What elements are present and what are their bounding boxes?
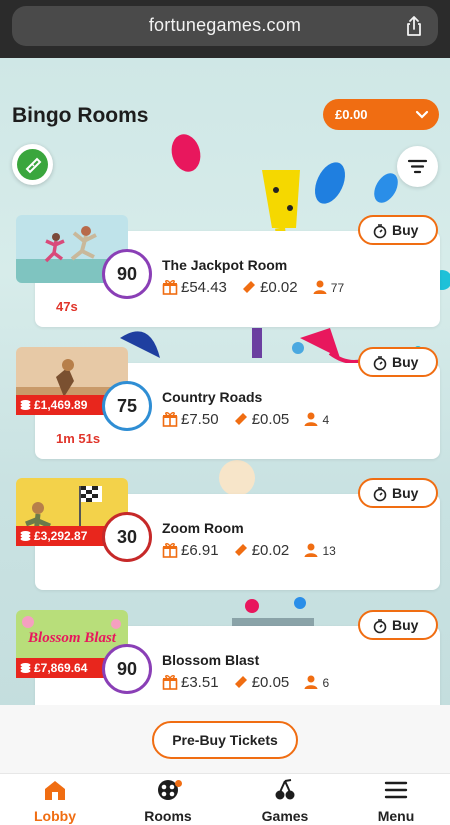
ticket-price-stat: £0.05 xyxy=(233,674,289,691)
prize-stat: £3.51 xyxy=(162,674,219,691)
ball-number: 90 xyxy=(102,644,152,694)
notification-dot xyxy=(175,780,182,787)
balance-dropdown[interactable]: £0.00 xyxy=(323,99,439,130)
share-icon[interactable] xyxy=(402,14,426,38)
buy-button[interactable]: Buy xyxy=(358,215,438,245)
coins-icon xyxy=(20,400,31,410)
gift-icon xyxy=(162,542,178,558)
room-name: Country Roads xyxy=(162,389,263,405)
players-stat: 77 xyxy=(312,279,344,295)
jackpot-tag: £1,469.89 xyxy=(16,395,108,415)
cherries-icon xyxy=(275,779,295,800)
stopwatch-icon xyxy=(373,356,387,371)
ball-number: 75 xyxy=(102,381,152,431)
balance-amount: £0.00 xyxy=(335,107,368,122)
buy-button[interactable]: Buy xyxy=(358,347,438,377)
room-card[interactable]: £3,292.87 30 Zoom Room £6.91 £0.02 13 Bu… xyxy=(16,478,440,598)
prize-stat: £54.43 xyxy=(162,279,227,296)
gift-icon xyxy=(162,674,178,690)
ticket-price-stat: £0.02 xyxy=(241,279,298,296)
hamburger-icon xyxy=(384,781,408,799)
prize-stat: £7.50 xyxy=(162,411,219,428)
countdown-timer: 47s xyxy=(56,299,78,314)
coins-icon xyxy=(20,663,31,673)
person-icon xyxy=(304,543,318,558)
room-name: Zoom Room xyxy=(162,520,244,536)
person-icon xyxy=(304,412,318,427)
url-text: fortunegames.com xyxy=(148,15,302,35)
bottom-nav: Lobby Rooms Games Menu xyxy=(0,773,450,825)
room-card[interactable]: 90 The Jackpot Room £54.43 £0.02 77 47s … xyxy=(16,215,440,335)
address-bar[interactable]: fortunegames.com xyxy=(12,6,438,46)
players-stat: 6 xyxy=(303,674,329,690)
nav-games[interactable]: Games xyxy=(240,778,330,824)
players-stat: 13 xyxy=(303,542,336,558)
filter-button[interactable] xyxy=(397,146,438,187)
jackpot-tag: £7,869.64 xyxy=(16,658,108,678)
chevron-down-icon xyxy=(415,110,429,119)
buy-button[interactable]: Buy xyxy=(358,610,438,640)
person-icon xyxy=(304,675,318,690)
nav-label: Rooms xyxy=(144,808,192,824)
ticket-icon xyxy=(234,675,247,688)
nav-lobby[interactable]: Lobby xyxy=(10,778,100,824)
person-icon xyxy=(313,280,327,295)
room-stats: £3.51 £0.05 6 xyxy=(162,673,339,693)
coins-icon xyxy=(20,531,31,541)
filter-icon xyxy=(407,159,428,174)
ticket-price-stat: £0.02 xyxy=(233,542,289,559)
room-name: Blossom Blast xyxy=(162,652,260,668)
room-stats: £7.50 £0.05 4 xyxy=(162,410,339,430)
stopwatch-icon xyxy=(373,224,387,239)
thumbnail-title: Blossom Blast xyxy=(27,630,117,646)
nav-label: Lobby xyxy=(34,808,76,824)
room-name: The Jackpot Room xyxy=(162,257,288,273)
bingo-lobby: Bingo Rooms £0.00 90 The Jackpot Room £5… xyxy=(0,58,450,773)
ball-number: 30 xyxy=(102,512,152,562)
room-stats: £54.43 £0.02 77 xyxy=(162,278,354,298)
players-stat: 4 xyxy=(303,411,329,427)
page-title: Bingo Rooms xyxy=(12,104,149,127)
prebuy-bar: Pre-Buy Tickets xyxy=(0,705,450,773)
nav-label: Games xyxy=(261,808,309,824)
room-card[interactable]: £1,469.89 75 Country Roads £7.50 £0.05 4… xyxy=(16,347,440,467)
countdown-timer: 1m 51s xyxy=(56,431,101,446)
nav-rooms[interactable]: Rooms xyxy=(123,778,213,824)
room-stats: £6.91 £0.02 13 xyxy=(162,541,346,561)
ticket-price-stat: £0.05 xyxy=(233,411,289,428)
gift-icon xyxy=(162,279,178,295)
prebuy-tickets-button[interactable]: Pre-Buy Tickets xyxy=(152,721,298,759)
house-icon xyxy=(45,781,65,800)
nav-menu[interactable]: Menu xyxy=(351,778,441,824)
ticket-icon xyxy=(243,280,256,293)
jackpot-tag: £3,292.87 xyxy=(16,526,108,546)
stopwatch-icon xyxy=(373,487,387,502)
buy-button[interactable]: Buy xyxy=(358,478,438,508)
ticket-icon xyxy=(234,412,247,425)
tickets-button[interactable] xyxy=(12,144,53,185)
stopwatch-icon xyxy=(373,619,387,634)
gift-icon xyxy=(162,411,178,427)
ticket-icon xyxy=(17,149,48,180)
nav-label: Menu xyxy=(377,808,415,824)
prize-stat: £6.91 xyxy=(162,542,219,559)
ball-number: 90 xyxy=(102,249,152,299)
browser-bar: fortunegames.com xyxy=(0,0,450,58)
ticket-icon xyxy=(234,543,247,556)
